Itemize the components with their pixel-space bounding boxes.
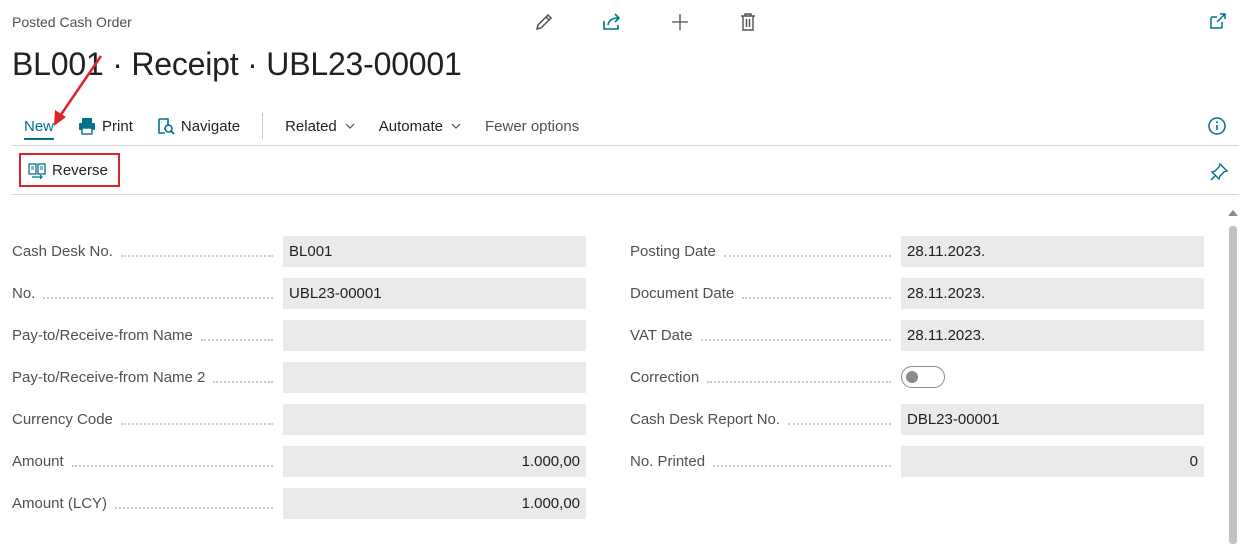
navigate-icon <box>158 118 175 135</box>
field-label: Pay-to/Receive-from Name 2 <box>12 362 283 393</box>
reverse-label: Reverse <box>52 161 108 179</box>
correction-toggle[interactable] <box>901 366 945 388</box>
share-icon[interactable] <box>578 8 646 36</box>
field-label: Amount <box>12 446 283 477</box>
printer-icon <box>79 118 96 135</box>
pay-to-name-2-field[interactable] <box>283 362 586 393</box>
no-printed-field[interactable]: 0 <box>901 446 1204 477</box>
new-label: New <box>24 117 55 135</box>
divider <box>12 145 1239 146</box>
document-date-field[interactable]: 28.11.2023. <box>901 278 1204 309</box>
delete-icon[interactable] <box>714 8 782 36</box>
amount-field[interactable]: 1.000,00 <box>283 446 586 477</box>
chevron-down-icon <box>451 123 461 129</box>
currency-code-field[interactable] <box>283 404 586 435</box>
scrollbar[interactable] <box>1229 226 1237 544</box>
pay-to-name-field[interactable] <box>283 320 586 351</box>
cash-desk-report-no-field[interactable]: DBL23-00001 <box>901 404 1204 435</box>
action-separator <box>262 113 264 139</box>
posting-date-field[interactable]: 28.11.2023. <box>901 236 1204 267</box>
field-label: Cash Desk No. <box>12 236 283 267</box>
fewer-options-label: Fewer options <box>484 117 580 135</box>
related-label: Related <box>285 117 337 135</box>
divider <box>12 194 1239 195</box>
field-label: Posting Date <box>630 236 901 267</box>
automate-label: Automate <box>378 117 443 135</box>
popout-icon[interactable] <box>1207 10 1229 32</box>
no-field[interactable]: UBL23-00001 <box>283 278 586 309</box>
reverse-button[interactable]: Reverse <box>19 153 120 187</box>
scroll-up-arrow[interactable] <box>1228 210 1238 216</box>
fewer-options-button[interactable]: Fewer options <box>473 110 591 142</box>
page-title: BL001 · Receipt · UBL23-00001 <box>12 46 462 82</box>
reverse-icon <box>28 163 46 179</box>
navigate-action[interactable]: Navigate <box>145 110 252 142</box>
amount-lcy-field[interactable]: 1.000,00 <box>283 488 586 519</box>
field-label: No. <box>12 278 283 309</box>
automate-menu[interactable]: Automate <box>367 110 473 142</box>
print-action[interactable]: Print <box>66 110 145 142</box>
field-label: Cash Desk Report No. <box>630 404 901 435</box>
pin-icon[interactable] <box>1209 162 1229 182</box>
toggle-knob <box>906 371 918 383</box>
print-label: Print <box>102 117 133 135</box>
page-caption: Posted Cash Order <box>12 14 132 30</box>
navigate-label: Navigate <box>180 117 241 135</box>
related-menu[interactable]: Related <box>273 110 367 142</box>
chevron-down-icon <box>345 123 355 129</box>
top-action-bar <box>510 8 782 36</box>
field-label: Document Date <box>630 278 901 309</box>
field-label: Pay-to/Receive-from Name <box>12 320 283 351</box>
field-label: Correction <box>630 362 901 393</box>
edit-icon[interactable] <box>510 8 578 36</box>
action-bar: New Print Navigate Related Automate Fewe… <box>12 110 591 142</box>
field-label: Amount (LCY) <box>12 488 283 519</box>
cash-desk-no-field[interactable]: BL001 <box>283 236 586 267</box>
field-label: No. Printed <box>630 446 901 477</box>
vat-date-field[interactable]: 28.11.2023. <box>901 320 1204 351</box>
add-icon[interactable] <box>646 8 714 36</box>
info-icon[interactable] <box>1207 116 1227 136</box>
field-label: Currency Code <box>12 404 283 435</box>
new-action[interactable]: New <box>12 110 66 142</box>
field-label: VAT Date <box>630 320 901 351</box>
